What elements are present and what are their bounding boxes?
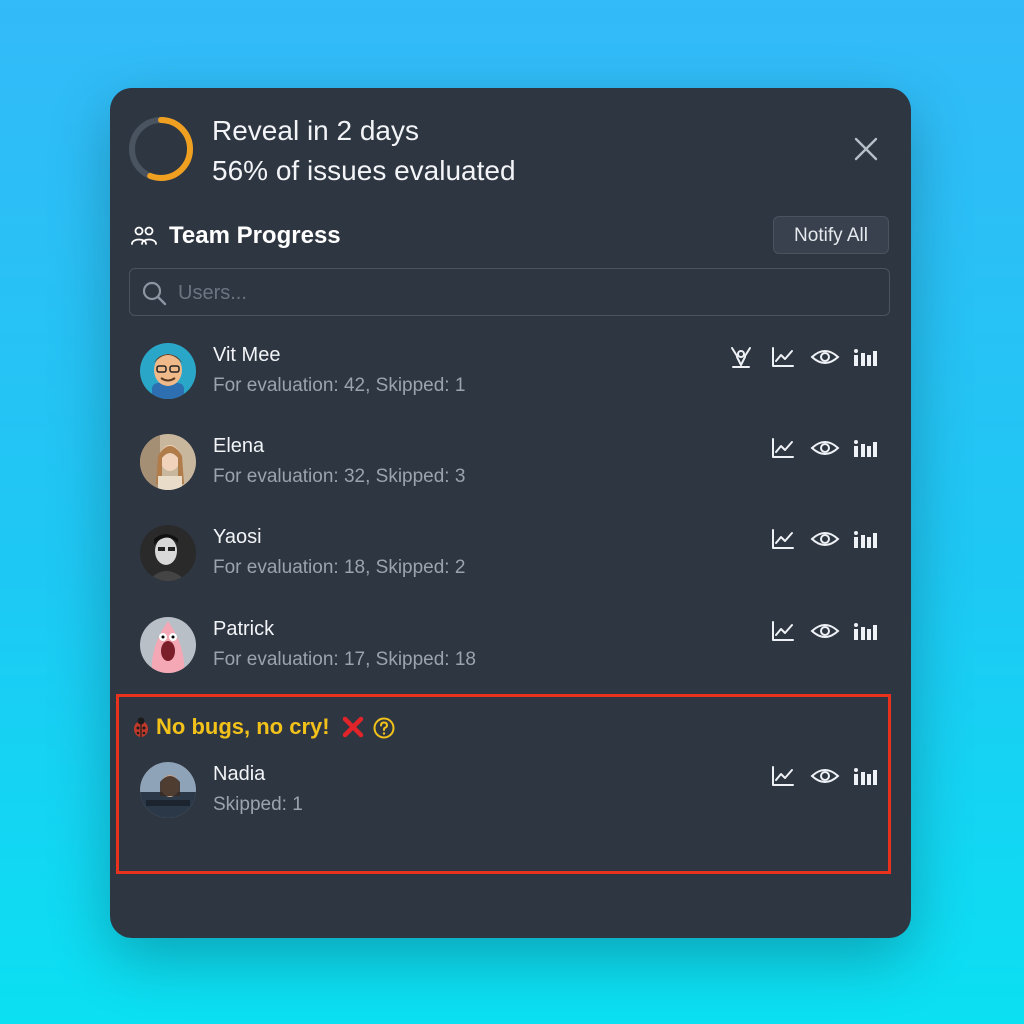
notify-all-button[interactable]: Notify All	[773, 216, 889, 254]
user-actions	[770, 619, 878, 643]
user-stats: For evaluation: 42, Skipped: 1	[213, 375, 466, 396]
user-stats: For evaluation: 18, Skipped: 2	[213, 557, 466, 578]
bar-chart-icon[interactable]	[852, 436, 878, 460]
avatar	[140, 343, 196, 399]
avatar	[140, 434, 196, 490]
eye-icon[interactable]	[810, 436, 840, 460]
bar-chart-icon[interactable]	[852, 619, 878, 643]
user-stats: For evaluation: 32, Skipped: 3	[213, 466, 466, 487]
eye-icon[interactable]	[810, 527, 840, 551]
user-name: Yaosi	[213, 526, 262, 548]
user-stats: For evaluation: 17, Skipped: 18	[213, 649, 477, 670]
team-icon	[131, 226, 157, 245]
user-actions	[770, 764, 878, 788]
eye-icon[interactable]	[810, 619, 840, 643]
evaluated-percentage: 56% of issues evaluated	[212, 155, 516, 186]
line-chart-icon[interactable]	[770, 345, 796, 369]
eye-icon[interactable]	[810, 345, 840, 369]
avatar	[140, 617, 196, 673]
user-actions	[728, 345, 878, 369]
user-name: Vit Mee	[213, 344, 281, 366]
line-chart-icon[interactable]	[770, 619, 796, 643]
line-chart-icon[interactable]	[770, 436, 796, 460]
help-icon[interactable]	[372, 716, 396, 740]
bar-chart-icon[interactable]	[852, 764, 878, 788]
user-row-nadia[interactable]: Nadia Skipped: 1	[140, 762, 890, 824]
user-actions	[770, 436, 878, 460]
user-name: Patrick	[213, 618, 275, 640]
bar-chart-icon[interactable]	[852, 527, 878, 551]
eye-icon[interactable]	[810, 764, 840, 788]
reveal-status: Reveal in 2 days 56% of issues evaluated	[212, 111, 516, 191]
users-search-field[interactable]	[129, 268, 890, 316]
person-raising-arms-icon[interactable]	[728, 345, 754, 369]
progress-ring	[129, 117, 193, 181]
user-row-patrick[interactable]: Patrick For evaluation: 17, Skipped: 18	[140, 617, 890, 679]
user-name: Elena	[213, 435, 265, 457]
user-row-yaosi[interactable]: Yaosi For evaluation: 18, Skipped: 2	[140, 525, 890, 587]
line-chart-icon[interactable]	[770, 527, 796, 551]
user-row-elena[interactable]: Elena For evaluation: 32, Skipped: 3	[140, 434, 890, 496]
achievement-title: No bugs, no cry!	[156, 714, 330, 739]
team-progress-title: Team Progress	[169, 222, 341, 249]
bar-chart-icon[interactable]	[852, 345, 878, 369]
user-name: Nadia	[213, 763, 266, 785]
reveal-countdown: Reveal in 2 days	[212, 115, 420, 146]
user-actions	[770, 527, 878, 551]
line-chart-icon[interactable]	[770, 764, 796, 788]
ladybug-icon	[134, 717, 148, 737]
cross-mark-icon	[342, 716, 364, 738]
search-input[interactable]	[176, 277, 870, 309]
avatar	[140, 762, 196, 818]
search-icon	[142, 281, 167, 306]
user-stats: Skipped: 1	[213, 794, 303, 815]
close-icon[interactable]	[852, 135, 880, 163]
user-row-vit-mee[interactable]: Vit Mee For evaluation: 42, Skipped: 1	[140, 343, 890, 405]
avatar	[140, 525, 196, 581]
